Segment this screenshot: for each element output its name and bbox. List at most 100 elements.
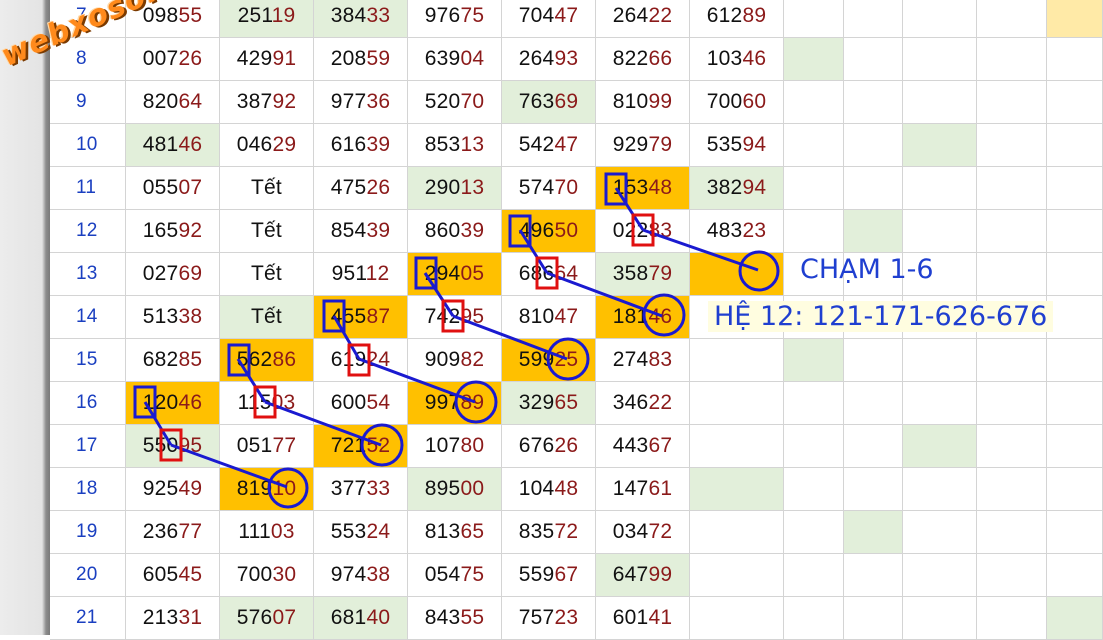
result-cell: 15348: [596, 167, 690, 210]
empty-cell: [977, 597, 1047, 640]
result-tail-digits: 79: [648, 262, 673, 285]
result-tail-digits: 26: [554, 434, 579, 457]
result-cell: 63904: [408, 38, 502, 81]
result-cell: 85313: [408, 124, 502, 167]
result-tail-digits: 22: [648, 4, 673, 27]
result-cell: [690, 468, 784, 511]
result-cell: 60545: [126, 554, 220, 597]
result-tail-digits: 69: [554, 90, 579, 113]
result-value: 48146: [142, 133, 203, 156]
result-cell: 74295: [408, 296, 502, 339]
result-value: 42991: [236, 47, 297, 70]
result-cell: 35879: [596, 253, 690, 296]
result-value: 34622: [612, 391, 673, 414]
result-value: 81099: [612, 90, 673, 113]
result-cell: 52070: [408, 81, 502, 124]
result-value: 72152: [330, 434, 391, 457]
result-value: 95112: [331, 262, 390, 285]
result-value: 70030: [236, 563, 297, 586]
result-cell: 48146: [126, 124, 220, 167]
empty-cell: [1047, 382, 1103, 425]
result-cell: Tết: [220, 167, 314, 210]
empty-cell: [903, 597, 977, 640]
result-tail-digits: 03: [271, 391, 296, 414]
empty-cell: [784, 124, 844, 167]
window-left-border: [0, 0, 50, 635]
result-value: 27483: [612, 348, 673, 371]
row-index: 15: [50, 339, 126, 382]
result-tail-digits: 67: [554, 563, 579, 586]
empty-cell: [903, 339, 977, 382]
result-value: 05507: [142, 176, 203, 199]
result-value: 57607: [236, 606, 297, 629]
result-value: 35879: [612, 262, 673, 285]
result-value: 85439: [330, 219, 391, 242]
result-tail-digits: 85: [178, 348, 203, 371]
result-tail-digits: 75: [460, 4, 485, 27]
result-tail-digits: 19: [271, 4, 296, 27]
result-cell: 75723: [502, 597, 596, 640]
result-cell: 90982: [408, 339, 502, 382]
row-index: 18: [50, 468, 126, 511]
result-value: 55967: [518, 563, 579, 586]
result-tail-digits: 10: [272, 477, 297, 500]
empty-cell: [1047, 167, 1103, 210]
result-tail-digits: 64: [554, 262, 579, 285]
result-value: 47526: [330, 176, 391, 199]
result-tail-digits: 49: [178, 477, 203, 500]
result-value: 70060: [706, 90, 767, 113]
result-tail-digits: 38: [366, 563, 391, 586]
result-value: Tết: [251, 176, 282, 199]
empty-cell: [844, 468, 903, 511]
result-tail-digits: 89: [742, 4, 767, 27]
empty-cell: [784, 210, 844, 253]
result-cell: [690, 425, 784, 468]
result-tail-digits: 07: [272, 606, 297, 629]
result-cell: [690, 339, 784, 382]
result-cell: 47526: [314, 167, 408, 210]
result-cell: 67626: [502, 425, 596, 468]
result-value: 26493: [518, 47, 579, 70]
he-label: HỆ 12: 121-171-626-676: [708, 301, 1054, 332]
result-value: 76369: [518, 90, 579, 113]
result-cell: 26422: [596, 0, 690, 38]
result-tail-digits: 52: [366, 434, 391, 457]
result-value: 54247: [518, 133, 579, 156]
empty-cell: [844, 210, 903, 253]
empty-cell: [1047, 425, 1103, 468]
empty-cell: [784, 38, 844, 81]
result-tail-digits: 33: [366, 4, 391, 27]
result-tail-digits: 54: [366, 391, 391, 414]
result-tail-digits: 60: [742, 90, 767, 113]
result-tail-digits: 95: [178, 434, 203, 457]
result-value: 60545: [142, 563, 203, 586]
result-value: 18146: [612, 305, 673, 328]
result-tail-digits: 07: [178, 176, 203, 199]
result-cell: 05507: [126, 167, 220, 210]
empty-cell: [977, 124, 1047, 167]
result-tail-digits: 99: [648, 563, 673, 586]
result-value: 70447: [518, 4, 579, 27]
result-tail-digits: 29: [272, 133, 297, 156]
result-cell: 84355: [408, 597, 502, 640]
result-tail-digits: 23: [554, 606, 579, 629]
result-tail-digits: 66: [648, 47, 673, 70]
result-cell: 55095: [126, 425, 220, 468]
result-value: 61639: [330, 133, 391, 156]
result-value: 90982: [424, 348, 485, 371]
result-tail-digits: 48: [648, 176, 673, 199]
result-value: Tết: [251, 219, 282, 242]
result-cell: 10346: [690, 38, 784, 81]
result-tail-digits: 26: [366, 176, 391, 199]
result-value: 57470: [518, 176, 579, 199]
row-index: 12: [50, 210, 126, 253]
result-tail-digits: 92: [178, 219, 203, 242]
result-tail-digits: 41: [648, 606, 673, 629]
result-tail-digits: 92: [272, 90, 297, 113]
result-tail-digits: 59: [366, 47, 391, 70]
result-tail-digits: 93: [554, 47, 579, 70]
result-cell: 25119: [220, 0, 314, 38]
result-cell: 29013: [408, 167, 502, 210]
result-tail-digits: 67: [648, 434, 673, 457]
result-cell: 44367: [596, 425, 690, 468]
